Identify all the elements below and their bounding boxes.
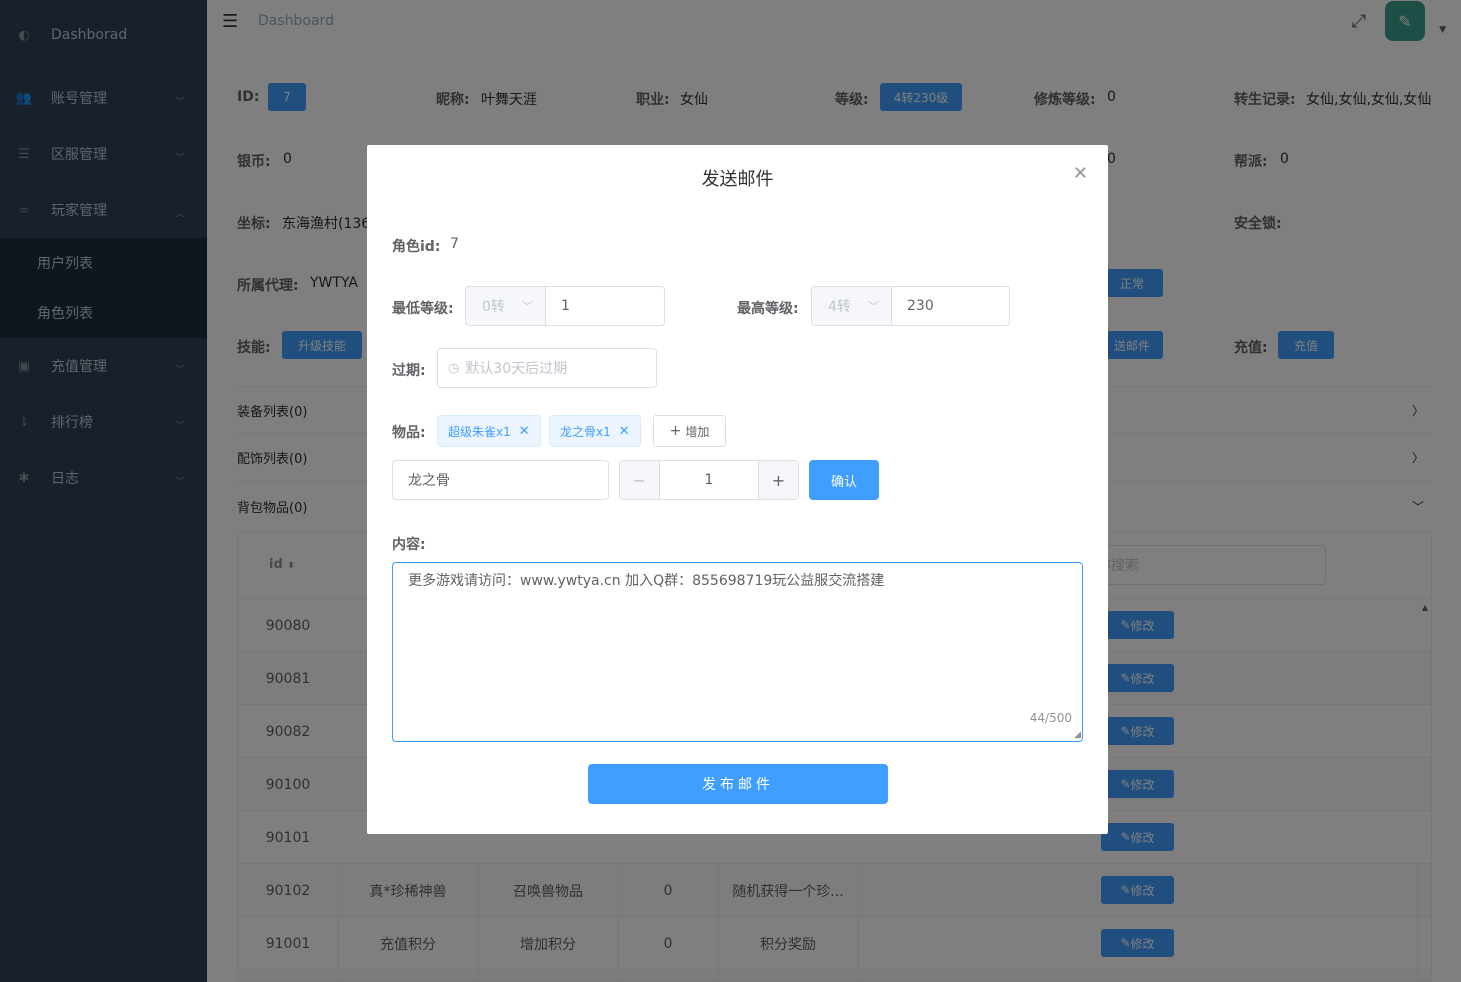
min-level-input[interactable]: 1 [546,286,665,326]
role-id-value: 7 [450,236,459,252]
max-rebirth-select[interactable]: 4转 ﹀ [811,286,892,326]
min-level-label: 最低等级: [392,301,454,317]
plus-icon[interactable]: + [758,461,798,499]
expire-placeholder: 默认30天后过期 [465,361,568,377]
send-mail-dialog: 发送邮件 ✕ 角色id: 7 最低等级: 0转 ﹀ 1 最高等级: 4转 ﹀ 2… [367,145,1108,834]
chevron-down-icon: ﹀ [522,300,533,313]
item-tag-label: 超级朱雀x1 [448,424,511,439]
items-label: 物品: [392,425,426,441]
expire-date-picker[interactable]: ◷ 默认30天后过期 [437,348,657,388]
min-rebirth-select[interactable]: 0转 ﹀ [465,286,546,326]
close-icon[interactable]: ✕ [1073,163,1088,184]
expire-label: 过期: [392,363,426,379]
add-label: 增加 [685,424,710,439]
item-tag: 龙之骨x1 ✕ [549,415,641,447]
chevron-down-icon: ﹀ [868,300,879,313]
content-text: 更多游戏请访问：www.ywtya.cn 加入Q群：855698719玩公益服交… [408,573,885,589]
word-count: 44/500 [1029,711,1072,725]
max-level-label: 最高等级: [737,301,799,317]
quantity-stepper: − 1 + [619,460,799,500]
item-tag: 超级朱雀x1 ✕ [437,415,541,447]
item-name-input[interactable]: 龙之骨 [392,460,609,500]
confirm-button[interactable]: 确认 [809,460,879,500]
content-label: 内容: [392,537,426,553]
item-tag-label: 龙之骨x1 [560,424,611,439]
quantity-input[interactable]: 1 [660,461,758,499]
content-textarea[interactable]: 更多游戏请访问：www.ywtya.cn 加入Q群：855698719玩公益服交… [392,562,1083,742]
close-icon[interactable]: ✕ [519,424,530,439]
plus-icon: + [669,423,682,439]
role-id-label: 角色id: [392,239,441,255]
add-item-button[interactable]: + 增加 [653,415,726,447]
select-value: 4转 [828,299,851,315]
max-level-input[interactable]: 230 [892,286,1010,326]
close-icon[interactable]: ✕ [619,424,630,439]
select-value: 0转 [482,299,505,315]
minus-icon[interactable]: − [620,461,660,499]
dialog-title: 发送邮件 [701,169,774,190]
publish-mail-button[interactable]: 发布邮件 [588,764,888,804]
clock-icon: ◷ [448,360,460,376]
resize-handle-icon[interactable]: ◢ [1074,730,1081,740]
